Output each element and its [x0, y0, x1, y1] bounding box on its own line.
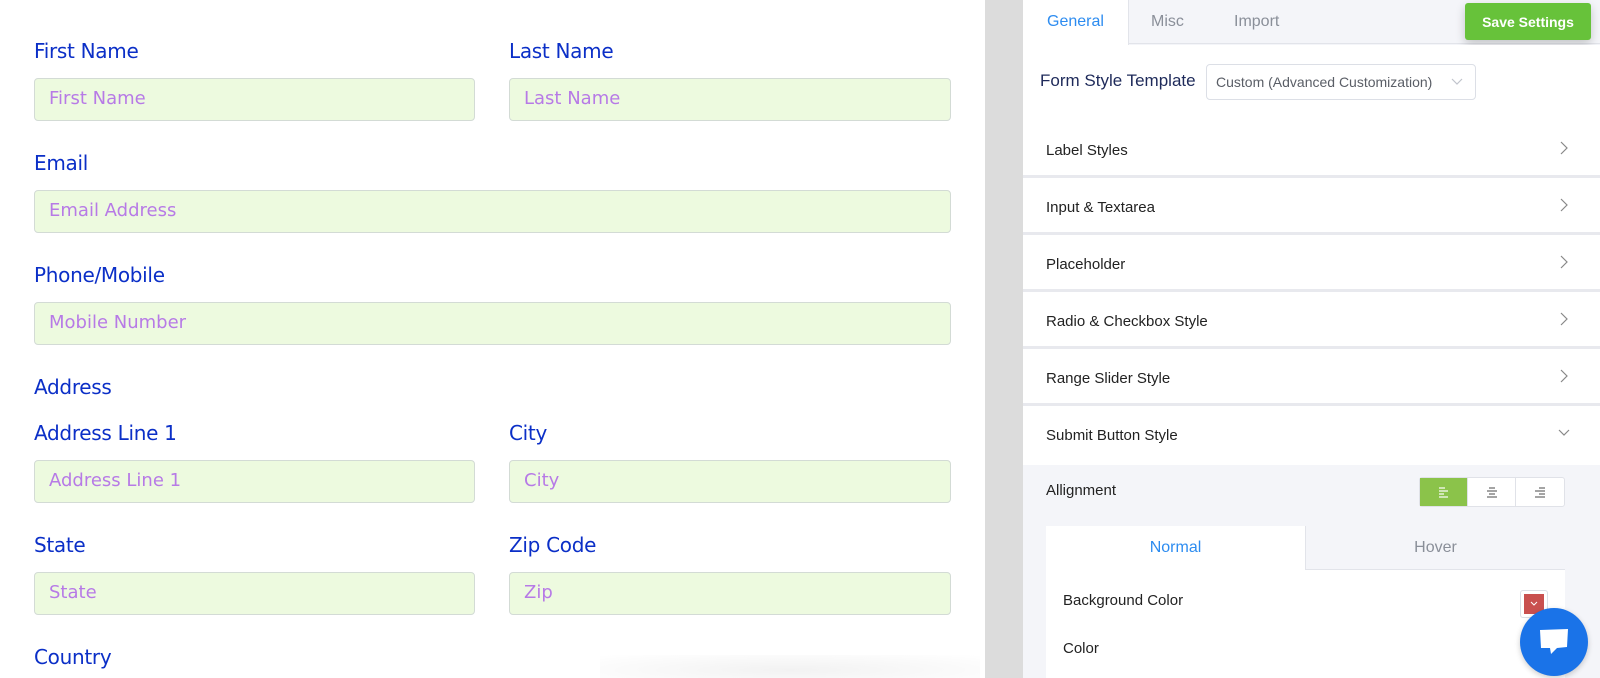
chevron-down-icon: [1558, 429, 1570, 436]
chat-widget-button[interactable]: [1520, 608, 1588, 676]
country-label: Country: [34, 645, 112, 669]
form-style-template-label: Form Style Template: [1040, 71, 1196, 90]
zip-input[interactable]: Zip: [509, 572, 951, 615]
alignment-label: Allignment: [1046, 482, 1117, 499]
phone-label: Phone/Mobile: [34, 263, 165, 287]
first-name-label: First Name: [34, 39, 139, 63]
chevron-down-icon: [1530, 601, 1538, 606]
align-left-icon: [1438, 487, 1448, 498]
chat-bubble-icon: [1540, 629, 1568, 654]
email-input[interactable]: Email Address: [34, 190, 951, 233]
state-input[interactable]: State: [34, 572, 475, 615]
form-style-template-select[interactable]: Custom (Advanced Customization): [1206, 64, 1476, 100]
tab-misc[interactable]: Misc: [1151, 0, 1184, 44]
state-tabs: Normal Hover Background Color Color: [1046, 526, 1565, 678]
section-input-textarea[interactable]: Input & Textarea: [1023, 181, 1600, 235]
section-title: Range Slider Style: [1046, 370, 1171, 387]
section-placeholder[interactable]: Placeholder: [1023, 238, 1600, 292]
align-right-icon: [1535, 487, 1545, 498]
city-input[interactable]: City: [509, 460, 951, 503]
chevron-right-icon: [1560, 255, 1568, 269]
last-name-label: Last Name: [509, 39, 614, 63]
phone-input[interactable]: Mobile Number: [34, 302, 951, 345]
chevron-right-icon: [1560, 198, 1568, 212]
align-right-button[interactable]: [1516, 478, 1564, 506]
color-label: Color: [1063, 640, 1099, 657]
background-color-label: Background Color: [1063, 592, 1184, 609]
section-title: Radio & Checkbox Style: [1046, 313, 1208, 330]
tab-import[interactable]: Import: [1234, 0, 1279, 44]
settings-tabs: General Misc Import Save Settings: [1023, 0, 1600, 45]
zip-label: Zip Code: [509, 533, 597, 557]
align-center-button[interactable]: [1468, 478, 1516, 506]
address-line1-label: Address Line 1: [34, 421, 177, 445]
save-settings-button[interactable]: Save Settings: [1465, 3, 1591, 40]
state-label: State: [34, 533, 86, 557]
address-line1-input[interactable]: Address Line 1: [34, 460, 475, 503]
align-center-icon: [1486, 487, 1497, 498]
tab-hover[interactable]: Hover: [1305, 526, 1565, 570]
section-radio-checkbox[interactable]: Radio & Checkbox Style: [1023, 295, 1600, 349]
section-title: Submit Button Style: [1046, 427, 1178, 444]
form-preview: First Name First Name Last Name Last Nam…: [0, 0, 985, 678]
section-label-styles[interactable]: Label Styles: [1023, 124, 1600, 178]
city-label: City: [509, 421, 547, 445]
first-name-input[interactable]: First Name: [34, 78, 475, 121]
align-left-button[interactable]: [1420, 478, 1468, 506]
settings-panel: General Misc Import Save Settings Form S…: [1023, 0, 1600, 678]
section-range-slider[interactable]: Range Slider Style: [1023, 352, 1600, 406]
chevron-right-icon: [1560, 312, 1568, 326]
tab-normal[interactable]: Normal: [1046, 526, 1305, 570]
chevron-right-icon: [1560, 369, 1568, 383]
address-heading: Address: [34, 375, 112, 399]
chevron-down-icon: [1451, 65, 1463, 112]
section-title: Placeholder: [1046, 256, 1126, 273]
alignment-button-group: [1419, 477, 1565, 507]
tab-general[interactable]: General: [1023, 0, 1129, 45]
app: First Name First Name Last Name Last Nam…: [0, 0, 1600, 678]
form-style-template-value: Custom (Advanced Customization): [1216, 74, 1433, 90]
shadow-decoration: [600, 655, 980, 678]
panel-divider[interactable]: [985, 0, 1023, 678]
section-submit-button[interactable]: Submit Button Style: [1023, 409, 1600, 465]
last-name-input[interactable]: Last Name: [509, 78, 951, 121]
chevron-right-icon: [1560, 141, 1568, 155]
section-title: Input & Textarea: [1046, 199, 1155, 216]
section-title: Label Styles: [1046, 142, 1128, 159]
submit-button-settings: Allignment Normal Hover Background Color: [1023, 465, 1600, 678]
email-label: Email: [34, 151, 88, 175]
